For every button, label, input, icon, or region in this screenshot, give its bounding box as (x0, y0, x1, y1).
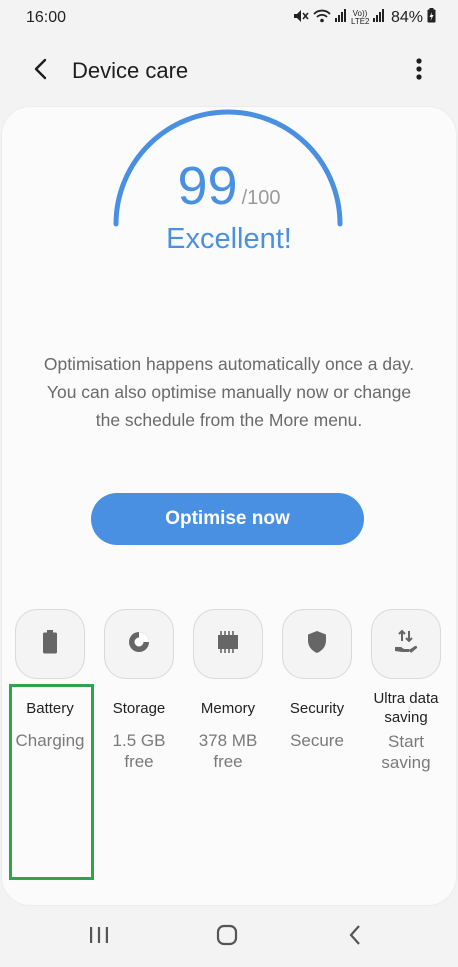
status-icons: Vo)) LTE2 84% (293, 8, 436, 27)
home-button[interactable] (212, 924, 242, 950)
wifi-icon (313, 9, 331, 27)
page-title: Device care (72, 58, 189, 83)
score-max: /100 (241, 187, 281, 209)
mute-icon (293, 9, 309, 27)
score-status: Excellent! (166, 223, 292, 255)
tile-icon-storage (104, 609, 174, 679)
tile-icon-security (282, 609, 352, 679)
more-options-button[interactable] (404, 56, 434, 86)
tile-label: Ultra data saving (373, 690, 439, 726)
navigation-bar (0, 910, 458, 967)
tile-security[interactable]: Security Secure (278, 609, 356, 751)
signal-icon (334, 9, 347, 26)
volte-icon: Vo)) LTE2 (350, 8, 370, 26)
recents-button[interactable] (84, 924, 114, 950)
tile-memory[interactable]: Memory 378 MB free (189, 609, 267, 772)
tile-value: Start saving (381, 732, 431, 772)
tile-icon-data-saving (371, 609, 441, 679)
memory-chip-icon (215, 630, 241, 659)
score-value: 99 (177, 156, 238, 216)
tile-label: Memory (200, 700, 256, 717)
tile-ultra-data-saving[interactable]: Ultra data saving Start saving (367, 609, 445, 773)
battery-icon (41, 629, 59, 659)
storage-pie-icon (127, 630, 151, 659)
back-chevron-icon (348, 924, 362, 951)
battery-charging-icon (427, 8, 436, 27)
data-saving-icon (393, 629, 419, 660)
more-vertical-icon (416, 57, 422, 85)
tile-storage[interactable]: Storage 1.5 GB free (100, 609, 178, 772)
tile-label: Storage (112, 700, 166, 717)
tile-icon-battery (15, 609, 85, 679)
tile-label: Security (289, 700, 345, 717)
signal-icon (372, 9, 385, 26)
tile-icon-memory (193, 609, 263, 679)
battery-percent: 84% (390, 8, 423, 26)
tile-value: Secure (290, 731, 344, 750)
back-arrow-icon (33, 58, 49, 85)
optimisation-description: Optimisation happens automatically once … (43, 354, 415, 430)
back-button[interactable] (26, 56, 56, 86)
tile-value: 378 MB free (198, 731, 258, 771)
status-bar: 16:00 Vo)) LTE2 84% (0, 0, 458, 36)
status-time: 16:00 (26, 9, 67, 26)
shield-icon (306, 630, 328, 659)
battery-tile-highlight (9, 684, 94, 880)
optimise-now-button[interactable]: Optimise now (91, 493, 364, 545)
tile-value: 1.5 GB free (112, 731, 166, 771)
score-display: 99/100 (0, 155, 458, 217)
home-icon (216, 924, 238, 951)
nav-back-button[interactable] (340, 924, 370, 950)
recents-icon (88, 925, 110, 950)
